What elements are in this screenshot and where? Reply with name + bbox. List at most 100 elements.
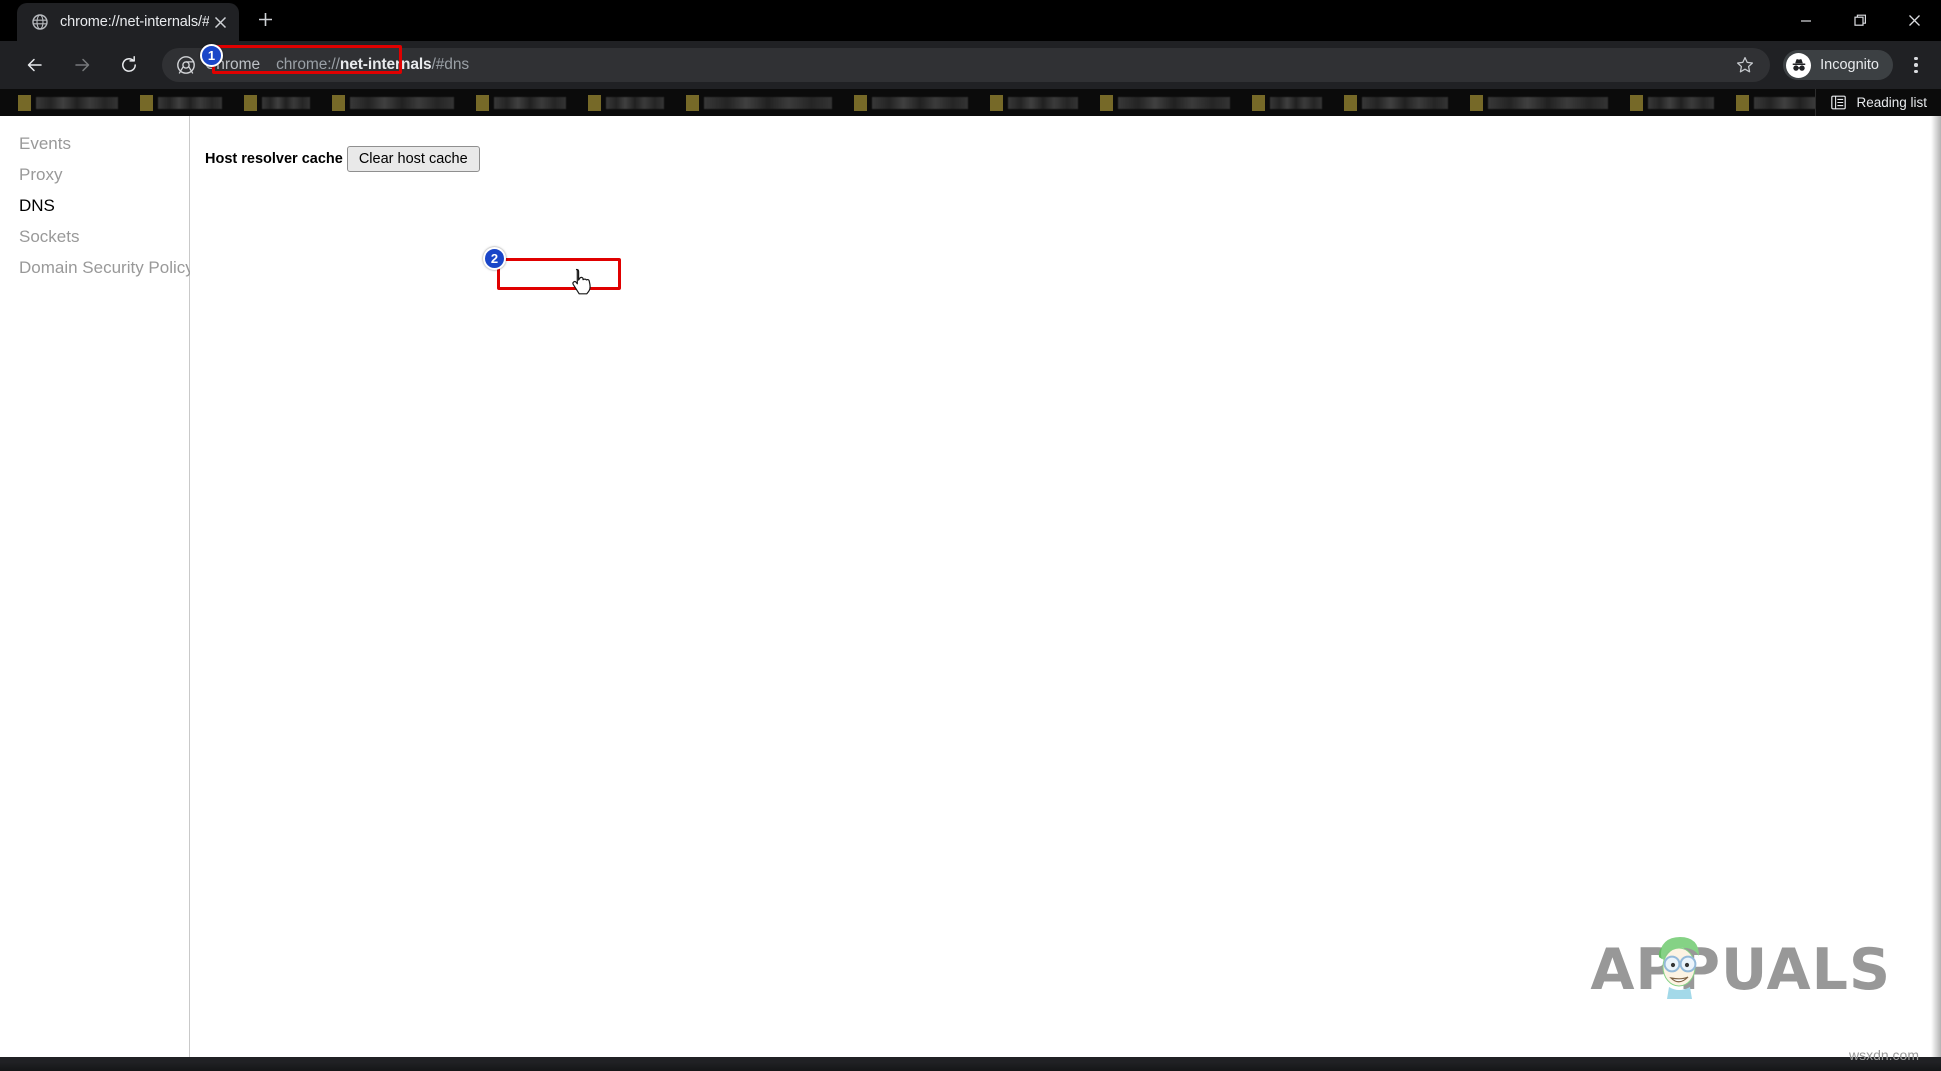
sidebar-item-label: Sockets bbox=[19, 227, 80, 246]
incognito-label: Incognito bbox=[1820, 57, 1879, 73]
tab-title: chrome://net-internals/#dns bbox=[60, 14, 209, 30]
reading-list-button[interactable]: Reading list bbox=[1815, 89, 1941, 116]
mouse-cursor-pointer-icon bbox=[571, 268, 593, 296]
reading-list-label: Reading list bbox=[1856, 95, 1927, 110]
bookmark-favicon-icon bbox=[990, 94, 1003, 111]
sidebar-item-label: Domain Security Policy bbox=[19, 258, 194, 277]
close-icon[interactable] bbox=[209, 11, 231, 33]
annotation-badge-2: 2 bbox=[483, 247, 506, 270]
window-controls bbox=[1779, 0, 1941, 41]
annotation-highlight-clear-host-cache bbox=[497, 258, 621, 290]
bookmark-favicon-icon bbox=[18, 94, 31, 111]
reload-button[interactable] bbox=[111, 47, 147, 83]
bookmark-favicon-icon bbox=[686, 94, 699, 111]
source-watermark: wsxdn.com bbox=[1848, 1047, 1919, 1063]
bookmark-favicon-icon bbox=[1630, 94, 1643, 111]
bookmark-item[interactable] bbox=[854, 93, 968, 112]
bookmark-star-icon[interactable] bbox=[1734, 54, 1756, 76]
browser-window: chrome://net-internals/#dns bbox=[0, 0, 1941, 1071]
annotation-badge-1: 1 bbox=[200, 44, 223, 67]
host-resolver-cache-label: Host resolver cache bbox=[205, 151, 343, 167]
bookmark-item[interactable] bbox=[18, 93, 118, 112]
bookmark-item[interactable] bbox=[332, 93, 454, 112]
sidebar-item-proxy[interactable]: Proxy bbox=[0, 159, 189, 190]
bookmark-favicon-icon bbox=[1736, 94, 1749, 111]
bookmark-label-blurred bbox=[704, 96, 832, 109]
page-content: Events Proxy DNS Sockets Domain Security… bbox=[0, 116, 1941, 1057]
back-button[interactable] bbox=[17, 47, 53, 83]
sidebar-item-sockets[interactable]: Sockets bbox=[0, 221, 189, 252]
bookmark-item[interactable] bbox=[1736, 93, 1816, 112]
incognito-icon bbox=[1786, 52, 1812, 78]
bookmark-favicon-icon bbox=[588, 94, 601, 111]
bookmark-item[interactable] bbox=[140, 93, 222, 112]
bookmark-favicon-icon bbox=[1470, 94, 1483, 111]
maximize-restore-button[interactable] bbox=[1833, 0, 1887, 41]
close-window-button[interactable] bbox=[1887, 0, 1941, 41]
bookmark-item[interactable] bbox=[686, 93, 832, 112]
bookmark-item[interactable] bbox=[1344, 93, 1448, 112]
url-suffix: /#dns bbox=[431, 56, 470, 73]
bookmark-item[interactable] bbox=[476, 93, 566, 112]
bookmark-label-blurred bbox=[1754, 96, 1816, 109]
bookmark-item[interactable] bbox=[1100, 93, 1230, 112]
net-internals-sidebar: Events Proxy DNS Sockets Domain Security… bbox=[0, 116, 194, 1057]
sidebar-item-dns[interactable]: DNS bbox=[0, 190, 189, 221]
bookmark-label-blurred bbox=[158, 96, 222, 109]
bookmark-item[interactable] bbox=[1470, 93, 1608, 112]
bookmarks-bar: Reading list bbox=[0, 89, 1941, 116]
bookmark-favicon-icon bbox=[476, 94, 489, 111]
incognito-indicator[interactable]: Incognito bbox=[1783, 50, 1893, 80]
bookmark-favicon-icon bbox=[332, 94, 345, 111]
bookmark-item[interactable] bbox=[990, 93, 1078, 112]
new-tab-button[interactable] bbox=[251, 5, 280, 34]
sidebar-item-events[interactable]: Events bbox=[0, 128, 189, 159]
bookmark-label-blurred bbox=[1488, 96, 1608, 109]
bookmark-favicon-icon bbox=[244, 94, 257, 111]
bookmark-favicon-icon bbox=[1252, 94, 1265, 111]
bookmark-label-blurred bbox=[606, 96, 664, 109]
bookmark-label-blurred bbox=[262, 96, 310, 109]
bookmark-label-blurred bbox=[1270, 96, 1322, 109]
tab-strip: chrome://net-internals/#dns bbox=[0, 0, 1941, 41]
url-host: net-internals bbox=[339, 56, 432, 73]
bookmark-label-blurred bbox=[1118, 96, 1230, 109]
appuals-watermark: APPUALS bbox=[1590, 937, 1891, 1003]
host-resolver-cache-row: Host resolver cache Clear host cache bbox=[205, 146, 1941, 172]
reading-list-icon bbox=[1830, 94, 1847, 111]
bookmark-label-blurred bbox=[350, 96, 454, 109]
bookmark-item[interactable] bbox=[1630, 93, 1714, 112]
forward-button bbox=[64, 47, 100, 83]
bookmark-item[interactable] bbox=[588, 93, 664, 112]
bookmark-item[interactable] bbox=[1252, 93, 1322, 112]
dns-panel: Host resolver cache Clear host cache 2 bbox=[190, 116, 1941, 1057]
bookmark-label-blurred bbox=[36, 96, 118, 109]
bookmark-favicon-icon bbox=[1100, 94, 1113, 111]
minimize-button[interactable] bbox=[1779, 0, 1833, 41]
browser-toolbar: Chrome chrome://net-internals/#dns Incog… bbox=[0, 41, 1941, 89]
sidebar-item-label: DNS bbox=[19, 196, 55, 215]
bookmark-label-blurred bbox=[1648, 96, 1714, 109]
address-bar[interactable]: Chrome chrome://net-internals/#dns bbox=[162, 48, 1771, 82]
bookmark-favicon-icon bbox=[854, 94, 867, 111]
browser-tab[interactable]: chrome://net-internals/#dns bbox=[17, 3, 239, 41]
sidebar-item-label: Events bbox=[19, 134, 71, 153]
bookmark-label-blurred bbox=[1362, 96, 1448, 109]
chrome-menu-icon[interactable] bbox=[1899, 48, 1933, 82]
appuals-mascot-icon bbox=[1659, 937, 1700, 999]
globe-icon bbox=[31, 13, 49, 31]
sidebar-item-domain-security-policy[interactable]: Domain Security Policy bbox=[0, 252, 194, 283]
appuals-wordmark: APPUALS bbox=[1590, 937, 1891, 1003]
bookmark-item[interactable] bbox=[244, 93, 310, 112]
page-bottom-shadow bbox=[0, 1062, 1941, 1071]
bookmarks-items-blurred[interactable] bbox=[0, 89, 1816, 116]
clear-host-cache-button[interactable]: Clear host cache bbox=[346, 146, 480, 172]
chrome-icon bbox=[176, 56, 195, 75]
bookmark-favicon-icon bbox=[1344, 94, 1357, 111]
bookmark-label-blurred bbox=[1008, 96, 1078, 109]
bookmark-label-blurred bbox=[494, 96, 566, 109]
omnibox-url-text: chrome://net-internals/#dns bbox=[276, 56, 469, 74]
sidebar-item-label: Proxy bbox=[19, 165, 63, 184]
url-prefix: chrome:// bbox=[276, 56, 340, 73]
bookmark-favicon-icon bbox=[140, 94, 153, 111]
